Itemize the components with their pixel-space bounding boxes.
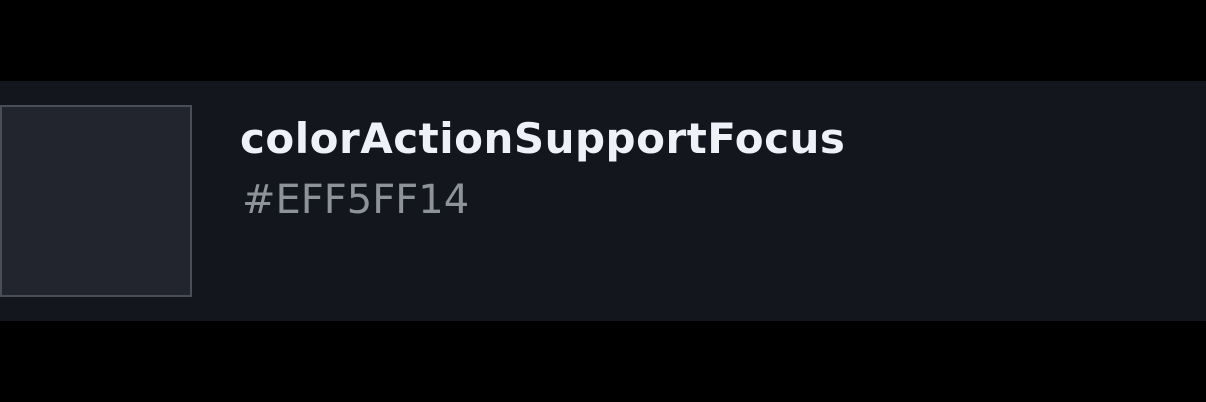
color-token-row: colorActionSupportFocus #EFF5FF14	[0, 81, 1206, 321]
token-name: colorActionSupportFocus	[240, 114, 846, 163]
token-hex-value: #EFF5FF14	[242, 177, 470, 223]
color-swatch	[0, 105, 192, 297]
